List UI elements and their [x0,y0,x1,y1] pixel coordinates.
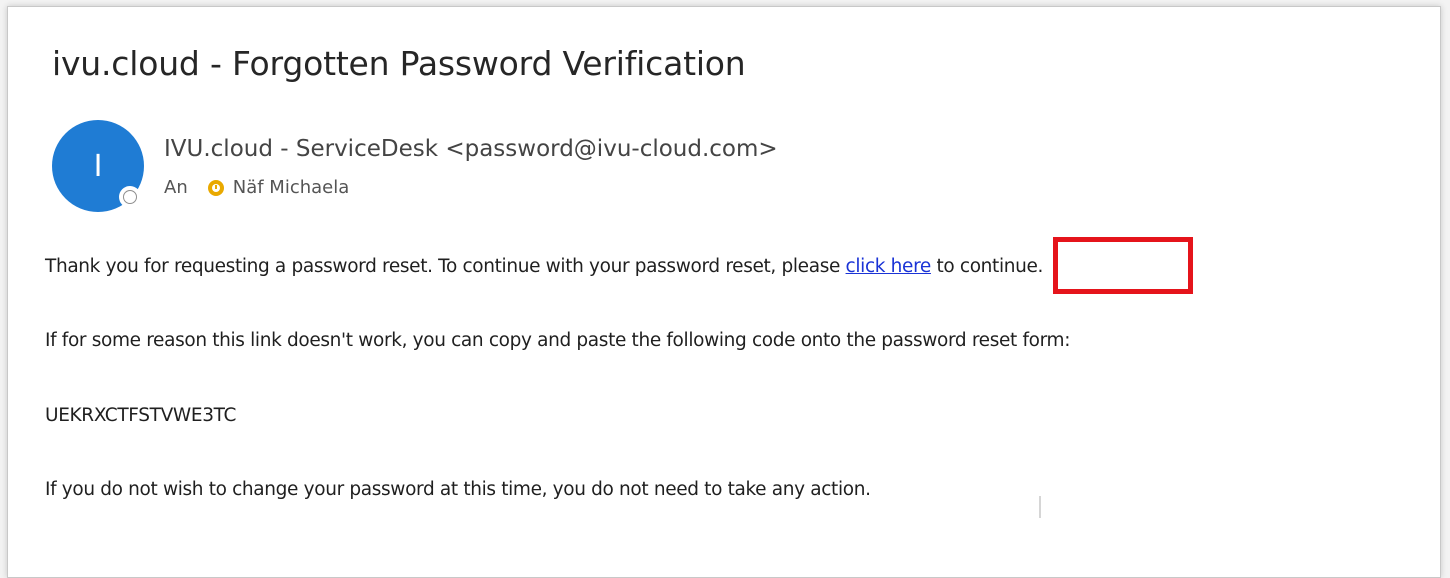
recipient-line: An Näf Michaela [164,177,349,198]
text-cursor-icon [1039,496,1041,518]
clock-status-icon [207,179,224,196]
email-subject: ivu.cloud - Forgotten Password Verificat… [52,44,746,83]
body-paragraph-reset: Thank you for requesting a password rese… [45,256,1043,277]
to-label: An [164,177,188,198]
link-highlight-box [1053,237,1193,294]
paragraph-text-before-link: Thank you for requesting a password rese… [45,256,846,277]
reset-code: UEKRXCTFSTVWE3TC [45,405,237,426]
click-here-link[interactable]: click here [846,256,932,277]
recipient-name[interactable]: Näf Michaela [233,177,350,198]
presence-status-icon [119,186,141,208]
body-paragraph-no-action: If you do not wish to change your passwo… [45,479,871,500]
paragraph-text-after-link: to continue. [930,256,1044,277]
body-paragraph-fallback: If for some reason this link doesn't wor… [45,330,1071,351]
sender-line[interactable]: IVU.cloud - ServiceDesk <password@ivu-cl… [164,136,778,162]
presence-ring [123,190,137,204]
avatar-initial: I [93,148,103,184]
